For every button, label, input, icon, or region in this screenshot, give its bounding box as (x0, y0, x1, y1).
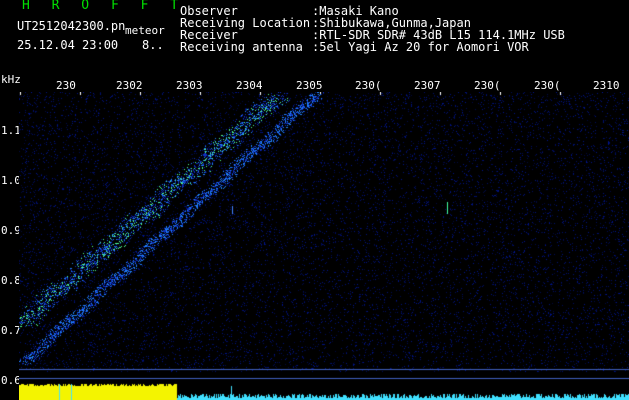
x-tick-label: 230( (534, 79, 561, 92)
info-antenna-label: Receiving antenna (180, 40, 303, 54)
x-tick-label: 2305 (296, 79, 323, 92)
y-tick-label: 0.7 (1, 324, 21, 337)
x-tick-label: 2303 (176, 79, 203, 92)
y-axis-unit: kHz (1, 73, 21, 86)
event-type: meteor (125, 24, 165, 37)
y-tick-label: 1.0 (1, 174, 21, 187)
app-title: H R O F F T (22, 0, 186, 13)
event-count: 8.. (142, 38, 164, 52)
y-tick-label: 0.6 (1, 374, 21, 387)
x-tick-label: 230 (56, 79, 76, 92)
info-antenna-value: :5el Yagi Az 20 for Aomori VOR (312, 40, 529, 54)
x-tick-label: 230( (474, 79, 501, 92)
spectrogram-display (19, 92, 629, 400)
y-tick-label: 0.9 (1, 224, 21, 237)
x-tick-label: 2310 (593, 79, 620, 92)
y-tick-label: 0.8 (1, 274, 21, 287)
x-tick-label: 2304 (236, 79, 263, 92)
x-tick-label: 230( (355, 79, 382, 92)
date-time: 25.12.04 23:00 (17, 38, 119, 52)
x-tick-label: 2307 (414, 79, 441, 92)
y-tick-label: 1.1 (1, 124, 21, 137)
image-filename: UT2512042300.pn (17, 19, 126, 33)
x-tick-label: 2302 (116, 79, 143, 92)
